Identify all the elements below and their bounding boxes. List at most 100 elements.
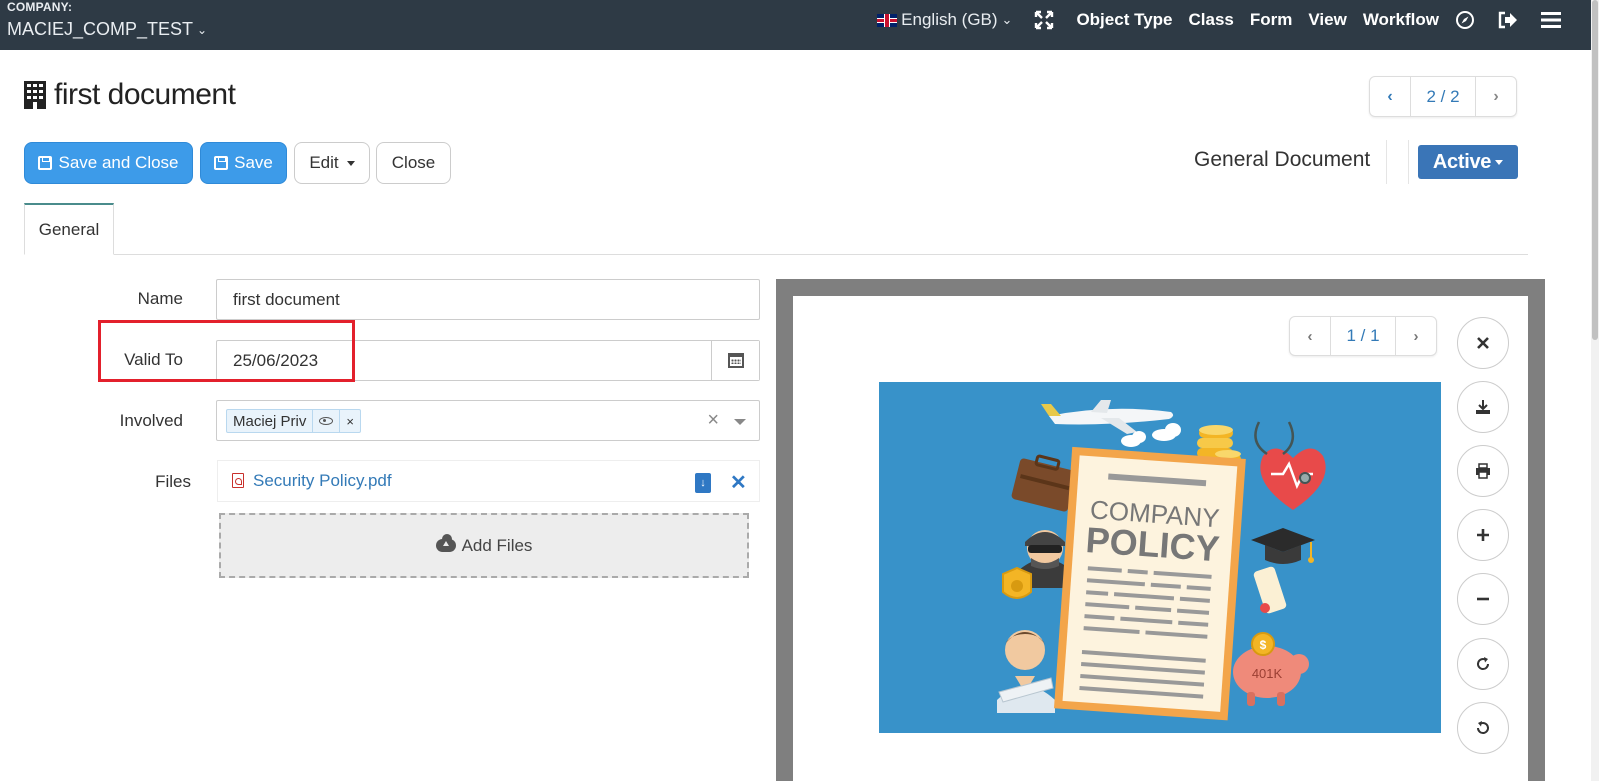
company-label: COMPANY: (7, 0, 73, 14)
caret-down-icon (1495, 159, 1504, 165)
save-and-close-label: Save and Close (58, 153, 179, 172)
viewer-pager: ‹ 1 / 1 › (1289, 316, 1437, 356)
uk-flag-icon (877, 13, 898, 27)
compass-icon[interactable] (1455, 10, 1475, 30)
nav-class[interactable]: Class (1189, 10, 1234, 30)
close-button[interactable]: Close (376, 142, 451, 184)
graduation-cap-icon (1251, 528, 1315, 564)
record-pager: ‹ 2 / 2 › (1369, 76, 1517, 117)
viewer-next-page-button[interactable]: › (1396, 317, 1436, 355)
calendar-icon (727, 353, 744, 368)
next-record-button[interactable]: › (1476, 77, 1516, 116)
viewer-zoom-out-button[interactable] (1457, 573, 1509, 625)
save-label: Save (234, 153, 273, 172)
valid-to-label: Valid To (124, 350, 183, 369)
nav-view[interactable]: View (1308, 10, 1346, 30)
zoom-out-icon (1477, 597, 1489, 601)
status-dropdown-button[interactable]: Active (1418, 145, 1518, 179)
file-delete-icon[interactable]: ✕ (730, 470, 747, 495)
files-label: Files (155, 472, 191, 491)
viewer-page-count: 1 / 1 (1330, 317, 1396, 355)
dropdown-arrow-icon[interactable] (734, 419, 746, 425)
involved-tag: Maciej Priv × (226, 409, 361, 433)
edit-dropdown-button[interactable]: Edit (294, 142, 370, 184)
date-picker-button[interactable] (711, 341, 759, 380)
edit-label: Edit (309, 153, 339, 172)
tabs-divider (24, 254, 1528, 255)
name-label: Name (137, 289, 183, 308)
injured-person-icon (997, 630, 1055, 713)
involved-tag-label: Maciej Priv (233, 412, 307, 430)
print-icon (1476, 463, 1490, 479)
nav-workflow[interactable]: Workflow (1363, 10, 1439, 30)
menu-icon[interactable] (1541, 11, 1561, 29)
language-label: English (GB) (901, 10, 998, 29)
valid-to-value: 25/06/2023 (233, 350, 319, 370)
save-button[interactable]: Save (200, 142, 287, 184)
save-icon (38, 156, 53, 170)
eye-icon[interactable] (312, 410, 339, 432)
nav-form[interactable]: Form (1250, 10, 1293, 30)
police-badge-icon (1002, 566, 1032, 599)
add-files-label: Add Files (461, 535, 533, 555)
divider (1386, 140, 1387, 184)
page-title-text: first document (54, 78, 236, 111)
save-and-close-button[interactable]: Save and Close (24, 142, 193, 184)
scrollbar-thumb[interactable] (1592, 0, 1598, 340)
svg-text:$: $ (1260, 638, 1267, 652)
viewer-download-button[interactable] (1457, 381, 1509, 433)
document-type-label: General Document (1194, 148, 1371, 171)
rotate-left-icon (1476, 721, 1489, 734)
page-scrollbar[interactable] (1591, 0, 1599, 781)
rotate-right-icon (1477, 657, 1490, 670)
zoom-in-icon (1477, 529, 1489, 541)
nav-right: English (GB) ⌄ Object Type Class Form Vi… (877, 0, 1561, 40)
download-icon (1476, 400, 1490, 414)
add-files-dropzone[interactable]: Add Files (219, 513, 749, 578)
clear-selection-button[interactable]: × (707, 409, 719, 432)
name-value: first document (233, 289, 340, 309)
company-selector[interactable]: MACIEJ_COMP_TEST ⌄ (7, 19, 207, 40)
name-field[interactable]: first document (216, 279, 760, 320)
piggy-bank-icon: $ 401K (1233, 632, 1309, 706)
page-title: first document (24, 78, 236, 112)
involved-select[interactable]: Maciej Priv × × (216, 400, 760, 441)
viewer-zoom-in-button[interactable] (1457, 509, 1509, 561)
file-download-icon[interactable]: ↓ (695, 473, 711, 493)
chevron-down-icon: ⌄ (197, 22, 208, 37)
company-name: MACIEJ_COMP_TEST (7, 19, 194, 39)
language-selector[interactable]: English (GB) ⌄ (877, 10, 1012, 30)
piggy-label: 401K (1252, 666, 1283, 681)
valid-to-field[interactable]: 25/06/2023 (216, 340, 760, 381)
briefcase-icon (1011, 454, 1077, 512)
viewer-close-button[interactable] (1457, 317, 1509, 369)
viewer-page: ‹ 1 / 1 › $ 401K COMPANY POLICY (793, 296, 1528, 781)
previous-record-button[interactable]: ‹ (1370, 77, 1410, 116)
sign-out-icon[interactable] (1497, 10, 1519, 30)
close-label: Close (391, 153, 436, 172)
policy-document-icon: COMPANY POLICY (1053, 446, 1246, 721)
viewer-rotate-right-button[interactable] (1457, 638, 1509, 690)
close-icon (1477, 337, 1489, 349)
file-link[interactable]: Security Policy.pdf (253, 471, 392, 491)
heart-stethoscope-icon (1254, 421, 1326, 510)
tab-general[interactable]: General (24, 203, 114, 255)
save-icon (214, 156, 229, 170)
divider (1408, 140, 1409, 184)
document-viewer: ‹ 1 / 1 › $ 401K COMPANY POLICY (776, 279, 1545, 781)
caret-down-icon (346, 160, 355, 166)
airplane-icon (1041, 400, 1174, 434)
viewer-rotate-left-button[interactable] (1457, 702, 1509, 754)
fullscreen-icon[interactable] (1034, 10, 1054, 30)
viewer-print-button[interactable] (1457, 445, 1509, 497)
cloud-upload-icon (435, 534, 456, 552)
chevron-down-icon: ⌄ (1001, 12, 1013, 27)
viewer-previous-page-button[interactable]: ‹ (1290, 317, 1330, 355)
document-preview-image: $ 401K COMPANY POLICY (879, 382, 1441, 733)
pdf-file-icon (232, 473, 244, 488)
diploma-icon (1253, 566, 1287, 614)
building-icon (24, 81, 46, 109)
tag-remove-button[interactable]: × (339, 410, 360, 432)
status-label: Active (1432, 150, 1492, 173)
nav-object-type[interactable]: Object Type (1076, 10, 1172, 30)
